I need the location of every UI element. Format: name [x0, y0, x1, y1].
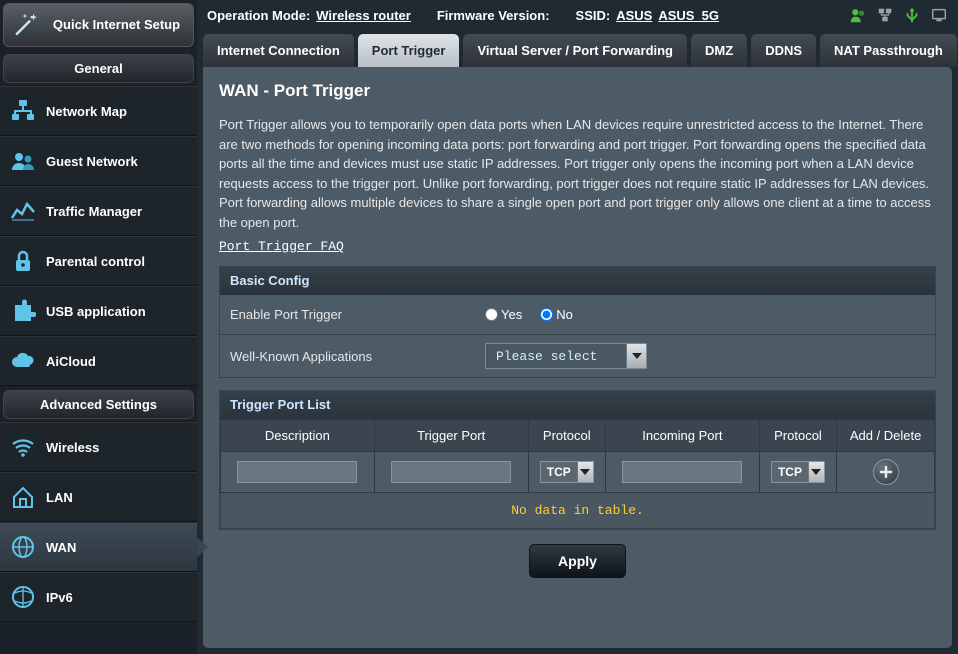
description-input[interactable] — [237, 461, 357, 483]
incoming-port-input[interactable] — [622, 461, 742, 483]
section-advanced-header: Advanced Settings — [3, 390, 194, 419]
tab-virtual-server[interactable]: Virtual Server / Port Forwarding — [463, 34, 687, 67]
tab-port-trigger[interactable]: Port Trigger — [358, 34, 460, 67]
sidebar-item-label: Guest Network — [46, 154, 138, 169]
well-known-apps-label: Well-Known Applications — [220, 337, 475, 376]
home-icon — [10, 484, 36, 510]
guest-network-icon — [10, 148, 36, 174]
sidebar: Quick Internet Setup General Network Map… — [0, 0, 197, 654]
traffic-manager-icon — [10, 198, 36, 224]
quick-internet-setup[interactable]: Quick Internet Setup — [3, 3, 194, 47]
sidebar-item-label: Traffic Manager — [46, 204, 142, 219]
col-description: Description — [221, 420, 375, 452]
main: Operation Mode: Wireless router Firmware… — [197, 0, 958, 654]
chevron-down-icon — [808, 462, 824, 482]
sidebar-item-label: WAN — [46, 540, 76, 555]
sidebar-item-guest-network[interactable]: Guest Network — [0, 136, 197, 186]
lock-icon — [10, 248, 36, 274]
chevron-down-icon — [626, 344, 646, 368]
network-icon[interactable] — [876, 6, 894, 24]
section-general-header: General — [3, 54, 194, 83]
network-map-icon — [10, 98, 36, 124]
trigger-port-input[interactable] — [391, 461, 511, 483]
puzzle-icon — [10, 298, 36, 324]
trigger-protocol-select[interactable]: TCP — [540, 461, 594, 483]
tabs: Internet Connection Port Trigger Virtual… — [197, 26, 958, 67]
sidebar-item-lan[interactable]: LAN — [0, 472, 197, 522]
page-title: WAN - Port Trigger — [219, 81, 936, 101]
sidebar-item-label: IPv6 — [46, 590, 73, 605]
sidebar-item-parental-control[interactable]: Parental control — [0, 236, 197, 286]
clients-icon[interactable] — [849, 6, 867, 24]
device-icon[interactable] — [930, 6, 948, 24]
ssid-2[interactable]: ASUS_5G — [658, 8, 719, 23]
enable-yes-radio[interactable]: Yes — [485, 307, 522, 322]
ssid-label: SSID: — [576, 8, 611, 23]
sidebar-item-label: AiCloud — [46, 354, 96, 369]
basic-config-header: Basic Config — [220, 267, 935, 295]
col-trigger-port: Trigger Port — [374, 420, 528, 452]
tab-nat-passthrough[interactable]: NAT Passthrough — [820, 34, 957, 67]
trigger-port-list-panel: Trigger Port List Description Trigger Po… — [219, 390, 936, 530]
apply-button[interactable]: Apply — [529, 544, 626, 578]
sidebar-item-usb-application[interactable]: USB application — [0, 286, 197, 336]
add-button[interactable] — [873, 459, 899, 485]
sidebar-item-traffic-manager[interactable]: Traffic Manager — [0, 186, 197, 236]
incoming-protocol-select[interactable]: TCP — [771, 461, 825, 483]
trigger-port-table: Description Trigger Port Protocol Incomi… — [220, 419, 935, 493]
topbar: Operation Mode: Wireless router Firmware… — [197, 0, 958, 26]
wand-icon — [10, 11, 38, 39]
well-known-apps-select[interactable]: Please select — [485, 343, 647, 369]
sidebar-item-network-map[interactable]: Network Map — [0, 86, 197, 136]
trigger-port-list-header: Trigger Port List — [220, 391, 935, 419]
cloud-icon — [10, 348, 36, 374]
tab-ddns[interactable]: DDNS — [751, 34, 816, 67]
tab-internet-connection[interactable]: Internet Connection — [203, 34, 354, 67]
faq-link[interactable]: Port Trigger FAQ — [219, 239, 344, 254]
status-icons — [849, 6, 948, 24]
tab-dmz[interactable]: DMZ — [691, 34, 747, 67]
opmode-label: Operation Mode: — [207, 8, 310, 23]
basic-config-panel: Basic Config Enable Port Trigger Yes No — [219, 266, 936, 378]
sidebar-item-label: Parental control — [46, 254, 145, 269]
sidebar-item-label: Network Map — [46, 104, 127, 119]
chevron-down-icon — [577, 462, 593, 482]
wifi-icon — [10, 434, 36, 460]
no-data-message: No data in table. — [220, 493, 935, 529]
content: WAN - Port Trigger Port Trigger allows y… — [203, 67, 952, 648]
table-input-row: TCP TCP — [221, 452, 935, 493]
sidebar-item-wan[interactable]: WAN — [0, 522, 197, 572]
enable-no-radio[interactable]: No — [540, 307, 573, 322]
sidebar-item-ipv6[interactable]: IPv6 — [0, 572, 197, 622]
sidebar-item-aicloud[interactable]: AiCloud — [0, 336, 197, 386]
col-protocol: Protocol — [528, 420, 605, 452]
page-description: Port Trigger allows you to temporarily o… — [219, 115, 936, 232]
ipv6-icon — [10, 584, 36, 610]
col-protocol2: Protocol — [759, 420, 836, 452]
globe-icon — [10, 534, 36, 560]
sidebar-item-label: Wireless — [46, 440, 99, 455]
quick-setup-label: Quick Internet Setup — [46, 18, 187, 33]
enable-port-trigger-label: Enable Port Trigger — [220, 295, 475, 334]
col-incoming-port: Incoming Port — [605, 420, 759, 452]
well-known-apps-value: Please select — [486, 349, 626, 364]
sidebar-item-wireless[interactable]: Wireless — [0, 422, 197, 472]
sidebar-item-label: LAN — [46, 490, 73, 505]
fw-label: Firmware Version: — [437, 8, 550, 23]
col-add-delete: Add / Delete — [837, 420, 935, 452]
opmode-value[interactable]: Wireless router — [316, 8, 411, 23]
sidebar-item-label: USB application — [46, 304, 146, 319]
ssid-1[interactable]: ASUS — [616, 8, 652, 23]
usb-icon[interactable] — [903, 6, 921, 24]
